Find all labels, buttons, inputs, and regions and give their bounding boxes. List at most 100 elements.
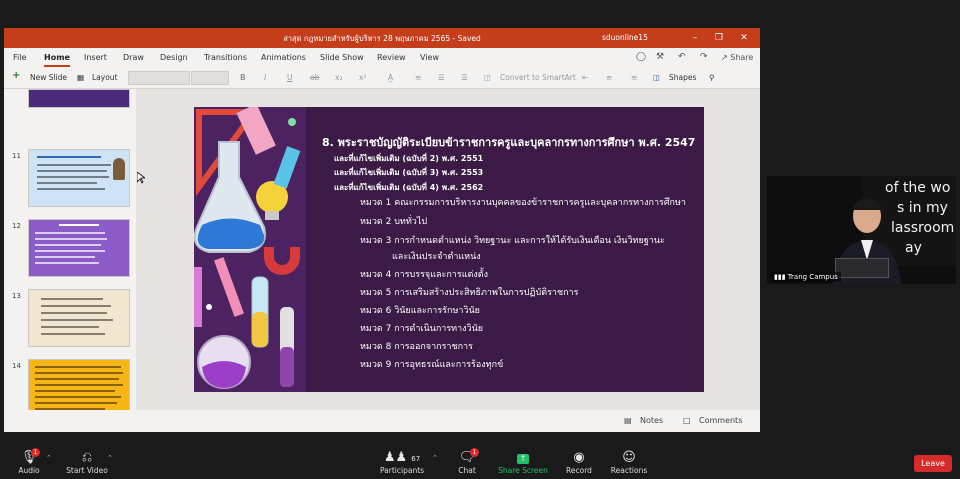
comments-icon[interactable]: □ xyxy=(683,416,691,425)
undo-icon[interactable]: ↶ xyxy=(678,52,686,62)
superscript-button[interactable]: x² xyxy=(359,73,366,82)
slide-thumbnail[interactable] xyxy=(28,219,130,277)
font-color-icon[interactable]: A̲ xyxy=(388,73,393,82)
participant-video[interactable]: of the wo s in my lassroom ay ▮▮▮ Trang … xyxy=(767,176,956,284)
italic-button[interactable]: I xyxy=(264,73,266,82)
strikethrough-button[interactable]: ab xyxy=(310,73,319,82)
video-off-icon: ⎌ xyxy=(81,450,93,465)
minimize-icon[interactable]: – xyxy=(684,30,706,46)
science-illustration xyxy=(194,107,306,392)
amendment-line: และที่แก้ไขเพิ่มเติม (ฉบับที่ 2) พ.ศ. 25… xyxy=(334,154,484,163)
notes-button[interactable]: Notes xyxy=(640,416,663,425)
board-text: ay xyxy=(905,240,922,256)
slide-thumbnail[interactable] xyxy=(28,359,130,417)
layout-icon[interactable]: ▦ xyxy=(77,73,84,82)
convert-smartart-button[interactable]: Convert to SmartArt xyxy=(500,73,576,82)
leave-button[interactable]: Leave xyxy=(914,455,952,472)
share-button[interactable]: ↗ Share xyxy=(721,53,753,62)
slide-heading: 8. พระราชบัญญัติระเบียบข้าราชการครูและบุ… xyxy=(322,136,696,149)
tab-animations[interactable]: Animations xyxy=(261,53,306,62)
thumbnail-number: 11 xyxy=(12,152,21,160)
audio-button[interactable]: 🎙 1 Audio xyxy=(14,448,44,475)
tab-slide-show[interactable]: Slide Show xyxy=(320,53,364,62)
bold-button[interactable]: B xyxy=(240,73,246,82)
participants-count: 67 xyxy=(411,455,421,463)
chapter-item: หมวด 9 การอุทธรณ์และการร้องทุกข์ xyxy=(360,360,504,370)
amendment-line: และที่แก้ไขเพิ่มเติม (ฉบับที่ 3) พ.ศ. 25… xyxy=(334,168,484,177)
redo-icon[interactable]: ↷ xyxy=(700,52,708,62)
tab-file[interactable]: File xyxy=(13,53,26,62)
chat-button[interactable]: 🗨 1 Chat xyxy=(454,448,480,475)
share-screen-button[interactable]: ↑ Share Screen xyxy=(498,450,548,475)
thumbnail-number: 12 xyxy=(12,222,21,230)
tab-draw[interactable]: Draw xyxy=(123,53,144,62)
font-name-box[interactable] xyxy=(128,71,190,85)
record-icon: ◉ xyxy=(573,450,585,465)
accessibility-icon[interactable]: ⚒ xyxy=(656,52,664,62)
participants-button[interactable]: ♟♟ 67 Participants xyxy=(380,450,424,475)
bullets-icon[interactable]: ☰ xyxy=(438,73,445,82)
user-name[interactable]: sduonline15 xyxy=(602,33,648,42)
chapter-item: หมวด 7 การดำเนินการทางวินัย xyxy=(360,324,484,334)
amendment-line: และที่แก้ไขเพิ่มเติม (ฉบับที่ 4) พ.ศ. 25… xyxy=(334,183,484,192)
record-button[interactable]: ◉ Record xyxy=(564,450,594,475)
shapes-icon[interactable]: ◫ xyxy=(653,73,660,82)
zoom-control-bar: 🎙 1 Audio ⌃ ⎌ Start Video ⌃ ♟♟ 67 Partic… xyxy=(0,446,960,479)
align-justify-icon[interactable]: ≡ xyxy=(631,73,637,82)
reactions-label: Reactions xyxy=(610,466,648,475)
restore-icon[interactable]: ❐ xyxy=(708,30,730,46)
slide-thumbnail[interactable] xyxy=(28,149,130,207)
participants-options-caret[interactable]: ⌃ xyxy=(432,454,438,462)
close-icon[interactable]: ✕ xyxy=(733,30,755,46)
new-slide-button[interactable]: New Slide xyxy=(30,73,67,82)
slide-thumbnail[interactable] xyxy=(28,289,130,347)
current-slide[interactable]: 8. พระราชบัญญัติระเบียบข้าราชการครูและบุ… xyxy=(194,107,704,392)
slide-thumbnail[interactable] xyxy=(28,89,130,108)
chat-badge: 1 xyxy=(470,448,479,457)
align-center-icon[interactable]: ≡ xyxy=(606,73,612,82)
thumbnail-number: 13 xyxy=(12,292,21,300)
indent-decrease-icon[interactable]: ⇤ xyxy=(582,73,588,82)
audio-label: Audio xyxy=(18,466,40,475)
line-spacing-icon[interactable]: ≡ xyxy=(415,73,421,82)
lightbulb-icon[interactable]: ◯ xyxy=(636,52,646,62)
participant-name: Trang Campus xyxy=(787,273,838,281)
plus-icon[interactable]: + xyxy=(12,70,20,81)
chapter-item: หมวด 2 บททั่วไป xyxy=(360,217,428,227)
tab-design[interactable]: Design xyxy=(160,53,188,62)
reactions-button[interactable]: ☺ Reactions xyxy=(610,450,648,475)
tab-home[interactable]: Home xyxy=(44,53,70,67)
chapter-item: และเงินประจำตำแหน่ง xyxy=(392,252,481,262)
tab-review[interactable]: Review xyxy=(377,53,406,62)
title-bar: สาสุด กฎหมายสำหรับผู้บริหาร 28 พฤษภาคม 2… xyxy=(4,28,760,48)
participants-label: Participants xyxy=(380,466,425,475)
subscript-button[interactable]: x₂ xyxy=(335,73,342,82)
font-size-box[interactable] xyxy=(191,71,229,85)
reactions-icon: ☺ xyxy=(622,450,636,465)
tab-transitions[interactable]: Transitions xyxy=(204,53,247,62)
video-options-caret[interactable]: ⌃ xyxy=(107,454,113,462)
audio-options-caret[interactable]: ⌃ xyxy=(46,454,52,462)
layout-button[interactable]: Layout xyxy=(92,73,118,82)
tab-insert[interactable]: Insert xyxy=(84,53,107,62)
slide-thumbnails-pane[interactable]: 11 12 13 14 xyxy=(4,89,136,432)
ribbon-toolbar: + New Slide ▦ Layout B I U ab x₂ x² A̲ ≡… xyxy=(4,67,760,89)
search-icon[interactable]: ⚲ xyxy=(709,73,715,82)
tab-view[interactable]: View xyxy=(420,53,439,62)
share-screen-icon: ↑ xyxy=(498,450,548,466)
numbering-icon[interactable]: ☰ xyxy=(461,73,468,82)
chat-label: Chat xyxy=(458,466,476,475)
underline-button[interactable]: U xyxy=(287,73,293,82)
chapter-item: หมวด 8 การออกจากราชการ xyxy=(360,342,473,352)
start-video-button[interactable]: ⎌ Start Video xyxy=(64,450,110,475)
laptop xyxy=(835,258,889,278)
participant-name-label: ▮▮▮ Trang Campus xyxy=(771,272,841,282)
status-bar: ▤ Notes □ Comments xyxy=(4,410,760,432)
smartart-icon[interactable]: ◫ xyxy=(484,73,491,82)
audio-badge: 1 xyxy=(31,448,40,457)
ribbon-tabs: File Home Insert Draw Design Transitions… xyxy=(4,48,760,67)
participants-icon: ♟♟ 67 xyxy=(383,450,421,465)
notes-icon[interactable]: ▤ xyxy=(624,416,632,425)
comments-button[interactable]: Comments xyxy=(699,416,742,425)
shapes-button[interactable]: Shapes xyxy=(669,73,696,82)
